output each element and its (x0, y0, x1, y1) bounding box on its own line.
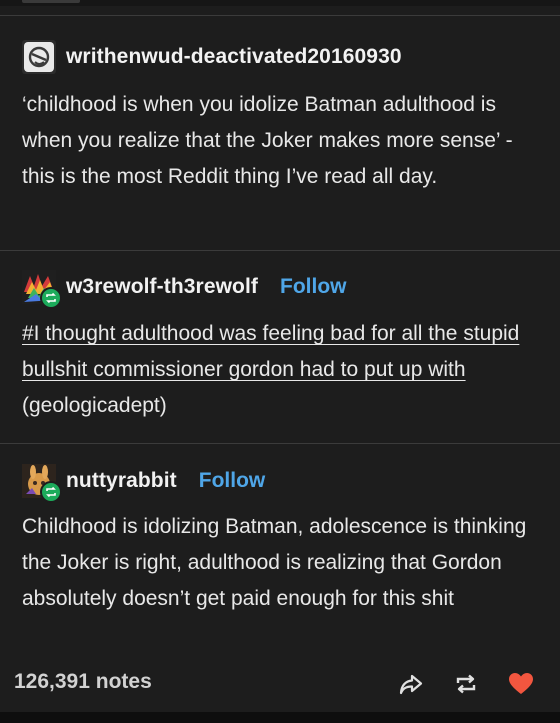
post-divider (0, 443, 560, 444)
post1-username[interactable]: writhenwud-deactivated20160930 (66, 45, 402, 69)
share-arrow-icon (399, 674, 423, 695)
deactivated-user-icon (24, 42, 54, 72)
post2-tag[interactable]: #I thought adulthood was feeling bad for… (22, 322, 519, 381)
like-button[interactable] (505, 668, 537, 700)
post-divider (0, 250, 560, 251)
reblog-badge-icon (40, 287, 62, 309)
notes-count[interactable]: 126,391 notes (14, 670, 152, 694)
follow-button[interactable]: Follow (280, 275, 347, 299)
post3-username[interactable]: nuttyrabbit (66, 469, 177, 493)
reblog-badge-icon (40, 481, 62, 503)
deactivated-avatar[interactable] (22, 40, 56, 74)
share-button[interactable] (395, 668, 427, 700)
bottom-edge (0, 712, 560, 723)
post2-username[interactable]: w3rewolf-th3rewolf (66, 275, 258, 299)
previous-post-edge (0, 0, 560, 6)
nuttyrabbit-avatar[interactable] (22, 464, 62, 503)
reblog-icon (456, 674, 476, 694)
heart-icon (509, 673, 533, 694)
post-header-2: w3rewolf-th3rewolf Follow (22, 270, 347, 309)
post-header-1: writhenwud-deactivated20160930 (22, 40, 402, 74)
post1-text: ‘childhood is when you idolize Batman ad… (22, 93, 513, 188)
previous-post-nub (22, 0, 80, 3)
follow-button[interactable]: Follow (199, 469, 266, 493)
post3-text: Childhood is idolizing Batman, adolescen… (22, 515, 527, 610)
post-divider (0, 15, 560, 16)
w3rewolf-avatar[interactable] (22, 270, 62, 309)
post-header-3: nuttyrabbit Follow (22, 464, 266, 503)
reblog-button[interactable] (450, 668, 482, 700)
post-footer: 126,391 notes (0, 660, 560, 706)
post2-body: #I thought adulthood was feeling bad for… (22, 316, 542, 424)
post2-attribution[interactable]: (geologicadept) (22, 394, 167, 417)
